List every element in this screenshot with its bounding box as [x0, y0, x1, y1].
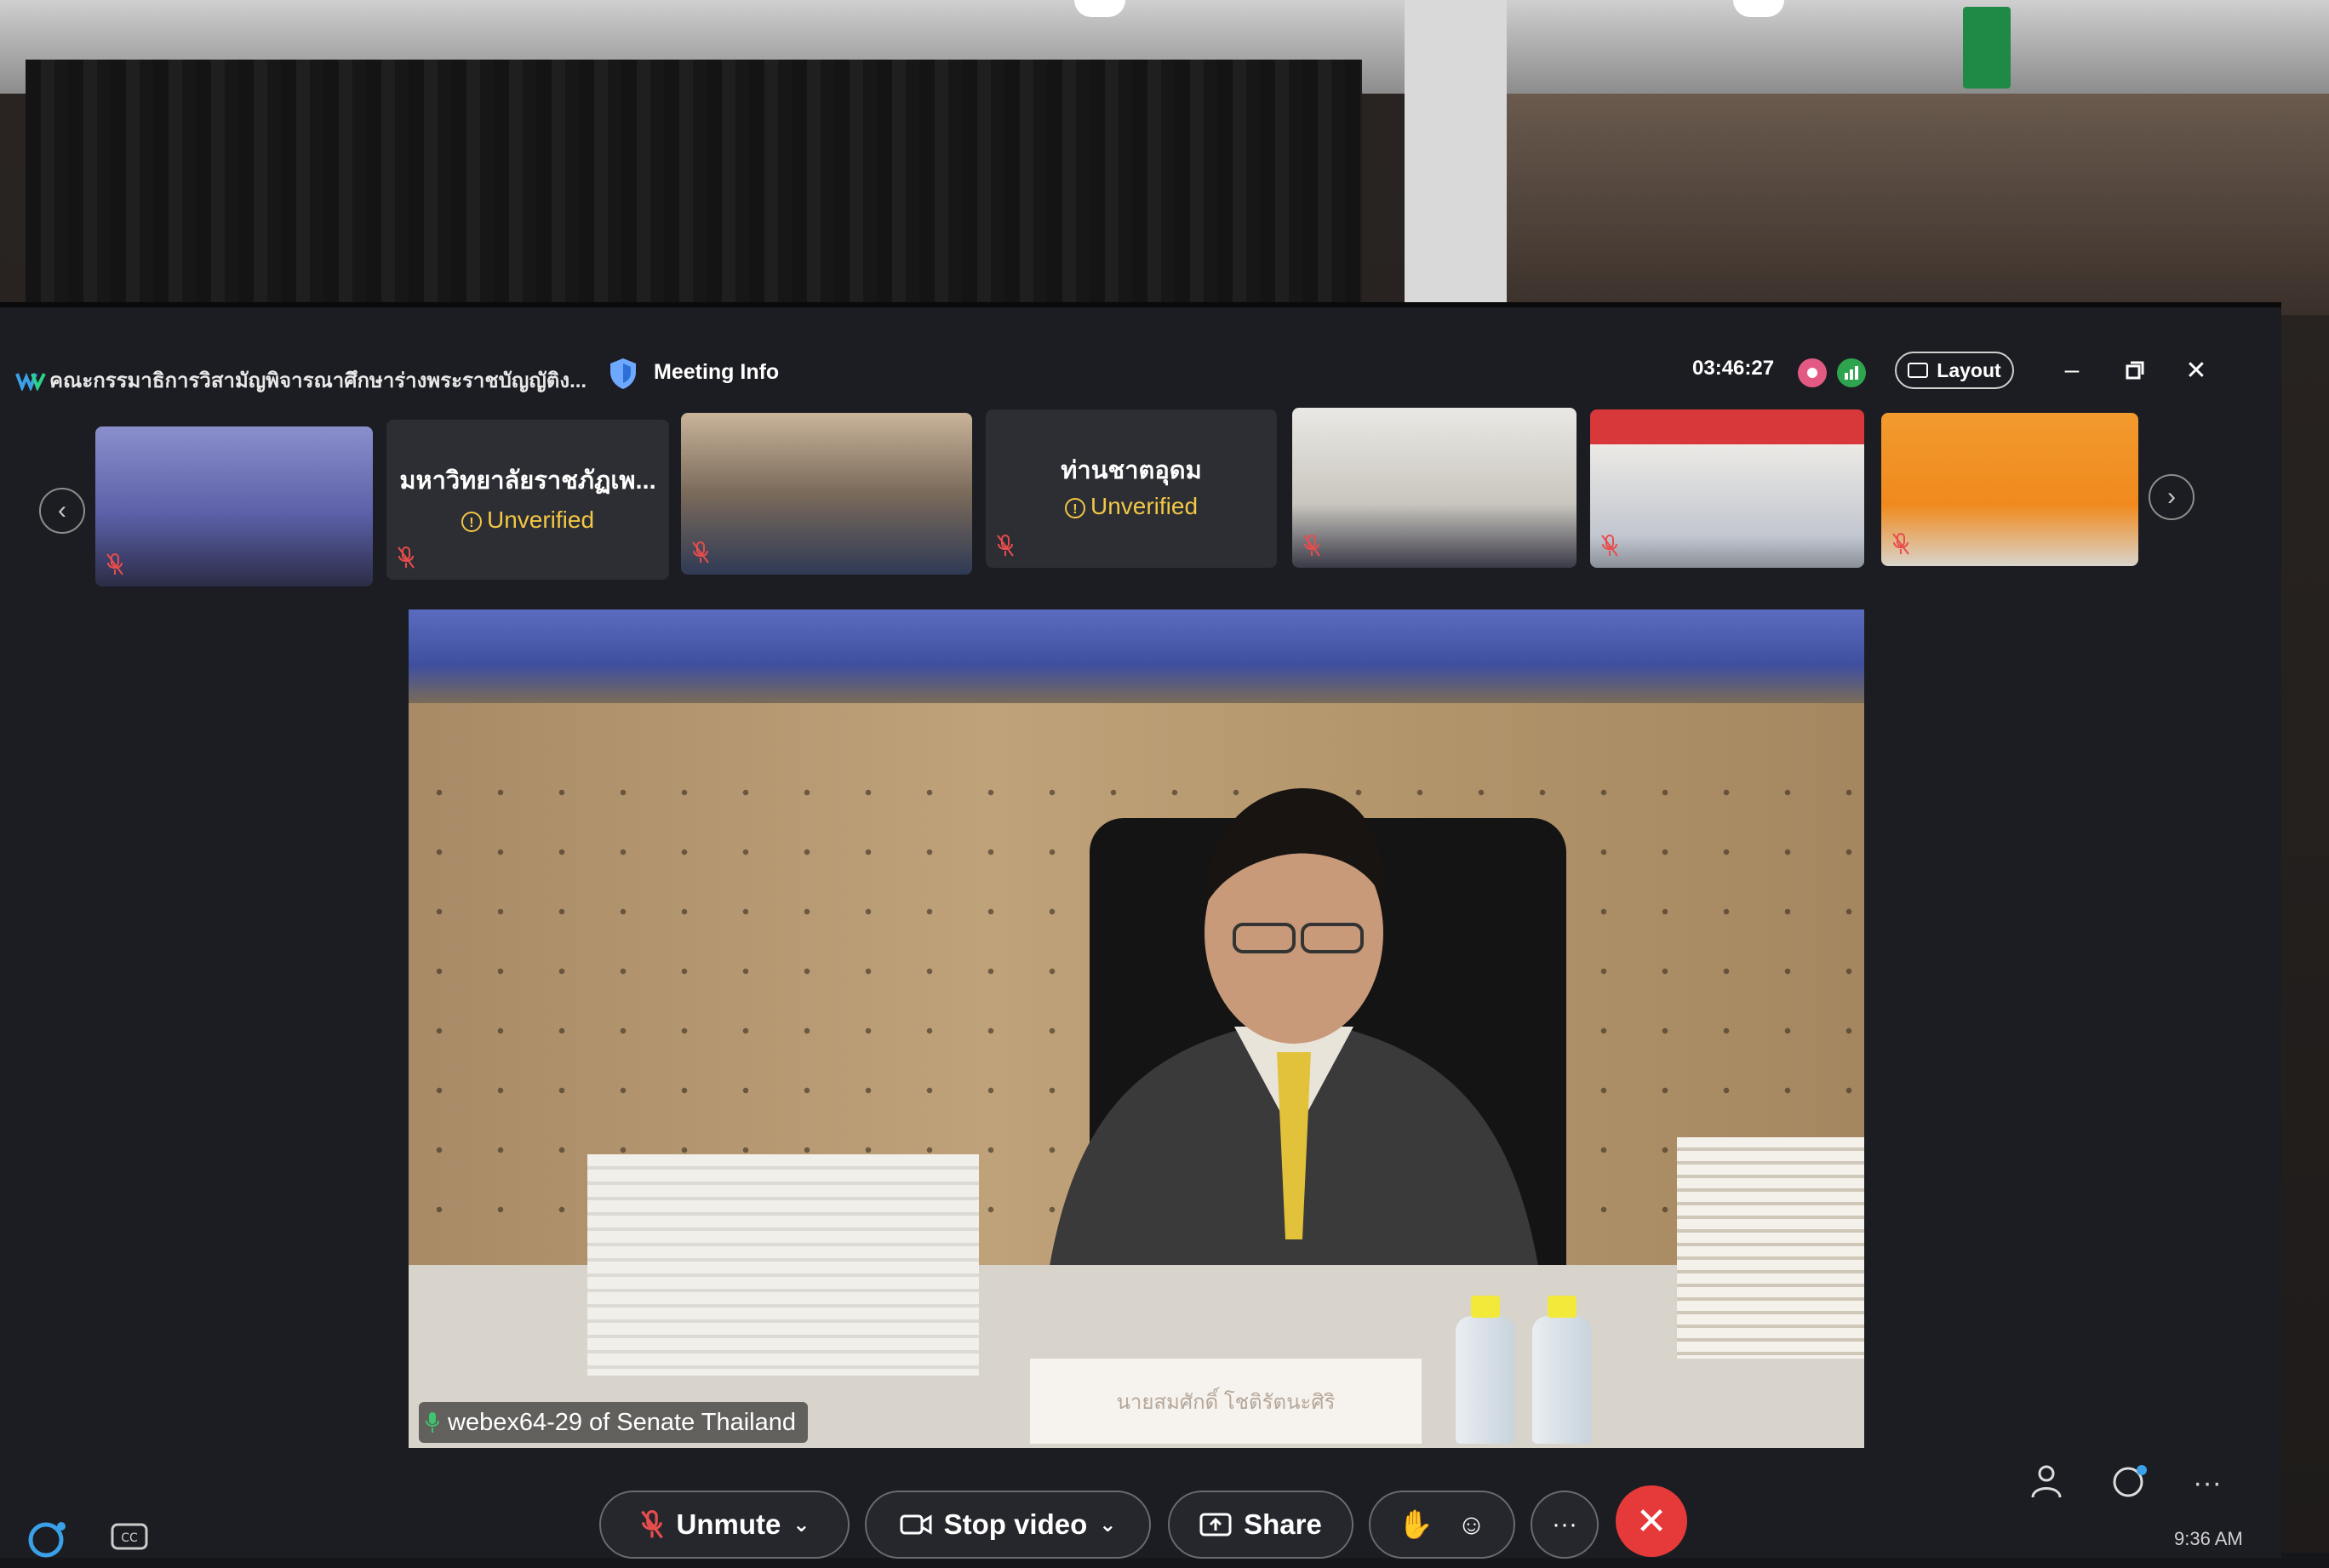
end-call-button[interactable]: ✕	[1616, 1485, 1687, 1557]
chat-icon[interactable]	[2111, 1463, 2149, 1508]
svg-text:CC: CC	[121, 1531, 138, 1545]
video-backdrop	[409, 609, 1864, 703]
mic-icon	[426, 1412, 439, 1433]
participant-thumbnail[interactable]	[1590, 409, 1864, 568]
raise-hand-icon[interactable]: ✋	[1399, 1508, 1433, 1542]
webex-logo-icon	[15, 372, 46, 391]
muted-mic-icon	[692, 541, 709, 564]
participant-thumbnail[interactable]	[95, 426, 373, 587]
minimize-icon[interactable]: –	[2057, 355, 2087, 386]
curtain	[26, 60, 1362, 315]
assistant-icon[interactable]	[26, 1516, 70, 1568]
participant-thumbnail[interactable]	[681, 413, 972, 575]
taskbar-clock: 9:36 AM	[2174, 1528, 2243, 1549]
exit-sign	[1963, 7, 2011, 89]
participant-thumbnail[interactable]: ท่านชาตอุดม ! Unverified	[986, 409, 1277, 568]
speaker-name: webex64-29 of Senate Thailand	[448, 1408, 796, 1436]
unverified-badge: ! Unverified	[386, 506, 669, 534]
meeting-timer: 03:46:27	[1692, 357, 1775, 380]
muted-mic-icon	[1601, 535, 1618, 557]
speaker-label: webex64-29 of Senate Thailand	[419, 1402, 808, 1443]
more-options-icon[interactable]: ···	[2193, 1467, 2222, 1500]
participant-name: มหาวิทยาลัยราชภัฏเพ...	[399, 467, 656, 495]
participant-thumbnail[interactable]	[1881, 413, 2138, 566]
stop-video-label: Stop video	[943, 1508, 1088, 1540]
nameplate: นายสมศักดิ์ โชติรัตนะศิริ	[1030, 1359, 1422, 1444]
stop-video-button[interactable]: Stop video ⌄	[865, 1491, 1151, 1559]
chevron-right-icon[interactable]: ›	[2149, 474, 2195, 520]
muted-mic-icon	[640, 1509, 663, 1539]
paper-stack	[587, 1154, 979, 1376]
share-icon	[1199, 1513, 1232, 1537]
unmute-label: Unmute	[676, 1508, 781, 1540]
pillar	[1405, 0, 1507, 306]
end-call-icon: ✕	[1635, 1500, 1668, 1542]
close-icon[interactable]: ✕	[2181, 355, 2212, 386]
participants-icon[interactable]	[2029, 1463, 2063, 1508]
title-bar: คณะกรรมาธิการวิสามัญพิจารณาศึกษาร่างพระร…	[0, 307, 2281, 392]
layout-button[interactable]: Layout	[1895, 352, 2014, 389]
participant-name: ท่านชาตอุดม	[1061, 457, 1202, 484]
chevron-left-icon[interactable]: ‹	[39, 488, 85, 534]
video-camera-icon	[900, 1514, 932, 1535]
paper-stack	[1677, 1137, 1864, 1359]
restore-icon[interactable]	[2120, 355, 2150, 386]
water-bottle	[1456, 1296, 1515, 1444]
captions-icon[interactable]: CC	[111, 1523, 148, 1561]
chevron-down-icon[interactable]: ⌄	[1099, 1513, 1116, 1537]
more-icon: ···	[1552, 1510, 1577, 1538]
meeting-info-link[interactable]: Meeting Info	[654, 360, 779, 385]
unverified-badge: ! Unverified	[986, 493, 1277, 520]
hand-reactions-group: ✋ ☺	[1369, 1491, 1515, 1559]
muted-mic-icon	[106, 553, 123, 575]
muted-mic-icon	[1892, 533, 1909, 555]
recording-icon[interactable]	[1798, 358, 1827, 387]
unmute-button[interactable]: Unmute ⌄	[599, 1491, 850, 1559]
water-bottle	[1532, 1296, 1592, 1444]
share-button[interactable]: Share	[1168, 1491, 1353, 1559]
muted-mic-icon	[398, 547, 415, 569]
participant-thumbnail[interactable]	[1292, 408, 1577, 568]
muted-mic-icon	[1303, 535, 1320, 557]
meeting-title: คณะกรรมาธิการวิสามัญพิจารณาศึกษาร่างพระร…	[49, 369, 587, 392]
chevron-down-icon[interactable]: ⌄	[793, 1513, 810, 1537]
participant-thumbnail[interactable]: มหาวิทยาลัยราชภัฏเพ... ! Unverified	[386, 420, 669, 580]
nameplate-name: นายสมศักดิ์ โชติรัตนะศิริ	[1116, 1390, 1336, 1414]
active-speaker-video[interactable]: นายสมศักดิ์ โชติรัตนะศิริ webex64-29 of …	[409, 609, 1864, 1448]
layout-label: Layout	[1937, 358, 2001, 381]
share-label: Share	[1244, 1508, 1322, 1540]
layout-icon	[1908, 363, 1929, 378]
shield-icon[interactable]	[608, 357, 638, 391]
webex-window: คณะกรรมาธิการวิสามัญพิจารณาศึกษาร่างพระร…	[0, 302, 2281, 1561]
more-button[interactable]: ···	[1531, 1491, 1599, 1559]
reactions-icon[interactable]: ☺	[1457, 1508, 1486, 1541]
network-icon[interactable]	[1837, 358, 1866, 387]
muted-mic-icon	[997, 535, 1014, 557]
wall	[1507, 94, 2329, 315]
